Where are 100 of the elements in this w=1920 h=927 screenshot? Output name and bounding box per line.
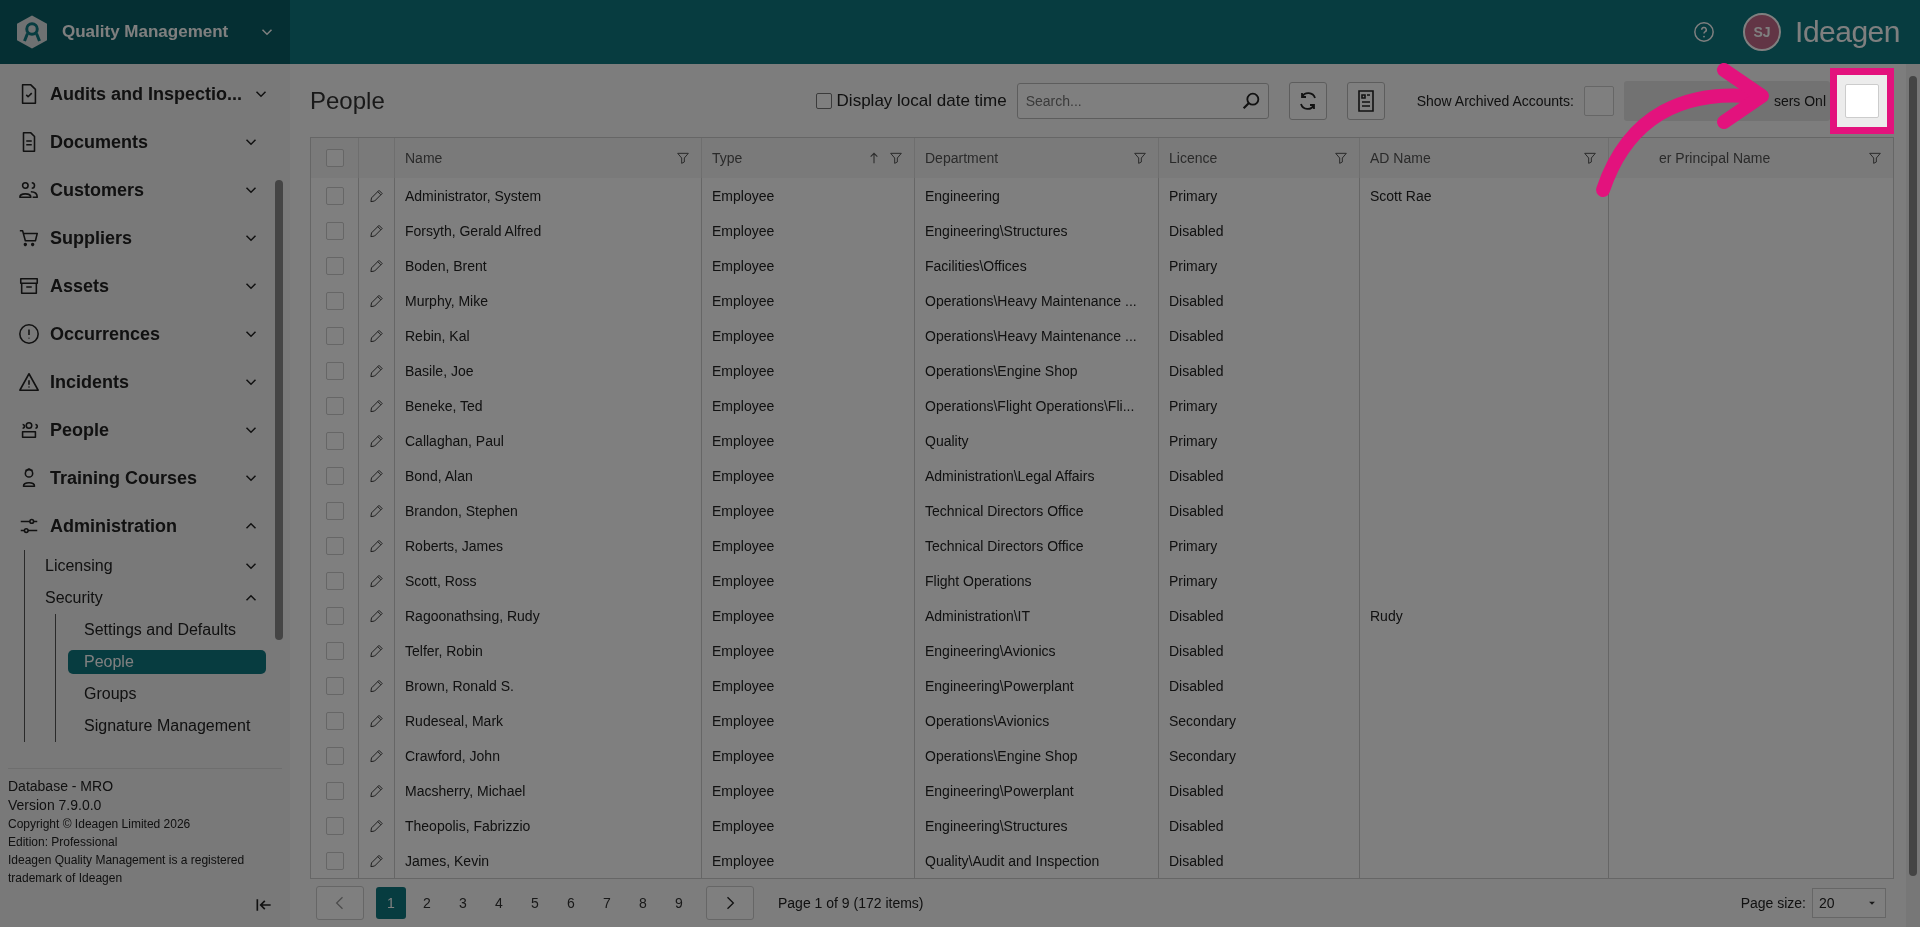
column-header[interactable]: Name <box>394 138 701 178</box>
column-header[interactable]: er Principal Name <box>1608 138 1893 178</box>
table-cell: Employee <box>712 642 775 659</box>
nav-subitem[interactable]: Licensing <box>25 550 266 582</box>
pencil-icon[interactable] <box>369 432 384 449</box>
table-cell: Technical Directors Office <box>925 502 1084 519</box>
select-all-checkbox[interactable] <box>325 149 344 167</box>
table-cell: Employee <box>712 467 775 484</box>
row-checkbox[interactable] <box>325 431 344 450</box>
row-checkbox[interactable] <box>325 676 344 695</box>
row-checkbox[interactable] <box>325 326 344 345</box>
row-checkbox[interactable] <box>325 711 344 730</box>
page-number-button[interactable]: 7 <box>592 887 622 919</box>
local-time-checkbox[interactable]: Display local date time <box>815 90 1007 111</box>
nav-item[interactable]: Customers <box>8 166 266 214</box>
filter-icon[interactable] <box>675 150 691 166</box>
page-number-button[interactable]: 3 <box>448 887 478 919</box>
row-checkbox[interactable] <box>325 501 344 520</box>
table-cell: Primary <box>1169 397 1218 414</box>
pencil-icon[interactable] <box>369 677 384 694</box>
column-header[interactable]: AD Name <box>1359 138 1608 178</box>
row-checkbox[interactable] <box>325 221 344 240</box>
row-checkbox[interactable] <box>325 851 344 870</box>
users-only-checkbox[interactable] <box>1845 83 1879 118</box>
archived-checkbox[interactable] <box>1583 85 1614 116</box>
table-cell: Operations\Engine Shop <box>925 362 1078 379</box>
nav-item[interactable]: Audits and Inspectio... <box>8 70 266 118</box>
table-cell: Engineering\Powerplant <box>925 677 1074 694</box>
pencil-icon[interactable] <box>369 222 384 239</box>
user-avatar[interactable]: SJ <box>1743 13 1782 51</box>
filter-icon[interactable] <box>1582 150 1598 166</box>
row-checkbox[interactable] <box>325 186 344 205</box>
pencil-icon[interactable] <box>369 292 384 309</box>
nav-item[interactable]: Occurrences <box>8 310 266 358</box>
row-checkbox[interactable] <box>325 466 344 485</box>
pencil-icon[interactable] <box>369 572 384 589</box>
filter-icon[interactable] <box>1132 150 1148 166</box>
pencil-icon[interactable] <box>369 397 384 414</box>
search-field[interactable]: Search... <box>1016 82 1269 119</box>
pencil-icon[interactable] <box>369 257 384 274</box>
row-checkbox[interactable] <box>325 361 344 380</box>
refresh-button[interactable] <box>1288 81 1327 120</box>
page-size-dropdown[interactable]: 20 <box>1812 888 1886 918</box>
row-checkbox[interactable] <box>325 291 344 310</box>
report-button[interactable] <box>1346 81 1385 120</box>
product-switcher[interactable]: Quality Management <box>0 0 290 64</box>
filter-icon[interactable] <box>888 150 904 166</box>
nav-leaf[interactable]: Settings and Defaults <box>68 614 266 646</box>
pencil-icon[interactable] <box>369 852 384 869</box>
table-cell: Employee <box>712 257 775 274</box>
pencil-icon[interactable] <box>369 712 384 729</box>
pencil-icon[interactable] <box>369 327 384 344</box>
column-header[interactable]: Department <box>914 138 1158 178</box>
row-checkbox[interactable] <box>325 536 344 555</box>
pencil-icon[interactable] <box>369 782 384 799</box>
nav-item[interactable]: People <box>8 406 266 454</box>
nav-leaf[interactable]: People <box>68 650 266 674</box>
row-checkbox[interactable] <box>325 256 344 275</box>
page-number-button[interactable]: 2 <box>412 887 442 919</box>
nav-leaf[interactable]: Groups <box>68 678 266 710</box>
filter-icon[interactable] <box>1333 150 1349 166</box>
pencil-icon[interactable] <box>369 817 384 834</box>
pencil-icon[interactable] <box>369 187 384 204</box>
pencil-icon[interactable] <box>369 537 384 554</box>
column-header[interactable]: Type <box>701 138 914 178</box>
page-number-button[interactable]: 4 <box>484 887 514 919</box>
row-checkbox[interactable] <box>325 606 344 625</box>
page-number-button[interactable]: 1 <box>376 887 406 919</box>
nav-leaf[interactable]: Signature Management <box>68 710 266 742</box>
row-checkbox[interactable] <box>325 571 344 590</box>
pencil-icon[interactable] <box>369 747 384 764</box>
table-cell: Administrator, System <box>405 187 542 204</box>
column-header[interactable]: Licence <box>1158 138 1359 178</box>
users-only-label: sers Onl <box>1773 92 1826 109</box>
page-number-button[interactable]: 5 <box>520 887 550 919</box>
page-number-button[interactable]: 8 <box>628 887 658 919</box>
table-cell: Crawford, John <box>405 747 500 764</box>
pencil-icon[interactable] <box>369 642 384 659</box>
row-checkbox[interactable] <box>325 746 344 765</box>
row-checkbox[interactable] <box>325 641 344 660</box>
nav-item[interactable]: Administration <box>8 502 266 550</box>
row-checkbox[interactable] <box>325 781 344 800</box>
row-checkbox[interactable] <box>325 396 344 415</box>
pencil-icon[interactable] <box>369 607 384 624</box>
nav-item[interactable]: Training Courses <box>8 454 266 502</box>
nav-subitem[interactable]: Security <box>25 582 266 614</box>
row-checkbox[interactable] <box>325 816 344 835</box>
nav-item[interactable]: Suppliers <box>8 214 266 262</box>
nav-item[interactable]: Incidents <box>8 358 266 406</box>
scrollbar[interactable] <box>1906 64 1920 927</box>
page-number-button[interactable]: 6 <box>556 887 586 919</box>
nav-item[interactable]: Documents <box>8 118 266 166</box>
pencil-icon[interactable] <box>369 362 384 379</box>
page-number-button[interactable]: 9 <box>664 887 694 919</box>
pencil-icon[interactable] <box>369 502 384 519</box>
help-icon[interactable] <box>1693 21 1716 43</box>
nav-item[interactable]: Assets <box>8 262 266 310</box>
table-cell: Boden, Brent <box>405 257 487 274</box>
filter-icon[interactable] <box>1867 150 1883 166</box>
pencil-icon[interactable] <box>369 467 384 484</box>
